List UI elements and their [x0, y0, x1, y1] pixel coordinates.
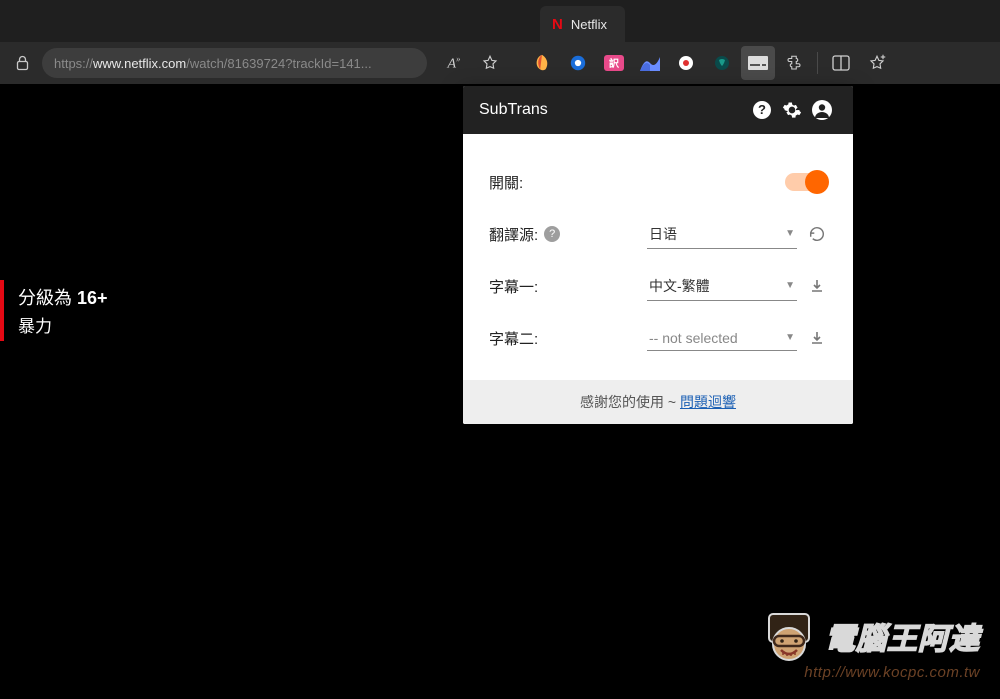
address-bar[interactable]: https://www.netflix.com/watch/81639724?t…	[42, 48, 427, 78]
account-icon[interactable]	[807, 95, 837, 125]
source-row: 翻譯源: ? 日语 ▼	[489, 208, 827, 260]
sub2-value: -- not selected	[649, 330, 738, 346]
tab-title: Netflix	[571, 17, 607, 32]
toolbar-icons: A» 訳	[437, 46, 992, 80]
svg-text:?: ?	[758, 102, 766, 117]
switch-label: 開關:	[489, 172, 569, 193]
sub1-select[interactable]: 中文-繁體 ▼	[647, 272, 797, 301]
split-screen-icon[interactable]	[824, 46, 858, 80]
source-select[interactable]: 日语 ▼	[647, 220, 797, 249]
help-icon[interactable]: ?	[747, 95, 777, 125]
sub2-label: 字幕二:	[489, 328, 569, 349]
tab-strip: N Netflix	[0, 0, 1000, 42]
switch-row: 開關:	[489, 156, 827, 208]
enable-toggle[interactable]	[785, 173, 827, 191]
subtrans-popup: SubTrans ? 開關: 翻譯源: ? 日语 ▼	[463, 86, 853, 424]
browser-tab[interactable]: N Netflix	[540, 6, 625, 42]
sub2-select[interactable]: -- not selected ▼	[647, 326, 797, 351]
help-badge-icon[interactable]: ?	[544, 226, 560, 242]
popup-title: SubTrans	[479, 101, 747, 119]
source-label: 翻譯源: ?	[489, 224, 569, 245]
popup-body: 開關: 翻譯源: ? 日语 ▼ 字幕一:	[463, 134, 853, 380]
download-icon[interactable]	[807, 276, 827, 296]
subtrans-extension-icon[interactable]	[741, 46, 775, 80]
extension-icon-5[interactable]	[669, 46, 703, 80]
favorite-icon[interactable]	[473, 46, 507, 80]
url-sub: www.	[93, 56, 124, 71]
chevron-down-icon: ▼	[785, 332, 795, 343]
extension-icon-2[interactable]	[561, 46, 595, 80]
toolbar-divider	[817, 52, 818, 74]
site-info-button[interactable]	[8, 49, 36, 77]
extensions-menu-icon[interactable]	[777, 46, 811, 80]
rating-line: 分級為 16+	[18, 284, 108, 310]
read-aloud-icon[interactable]: A»	[437, 46, 471, 80]
rating-prefix: 分級為	[18, 288, 77, 308]
sub2-row: 字幕二: -- not selected ▼	[489, 312, 827, 364]
watermark-text: 電腦王阿達	[825, 614, 980, 658]
watermark: 電腦王阿達 http://www.kocpc.com.tw	[763, 610, 980, 681]
sub1-row: 字幕一: 中文-繁體 ▼	[489, 260, 827, 312]
footer-text: 感謝您的使用 ~	[580, 394, 680, 410]
refresh-icon[interactable]	[807, 224, 827, 244]
extension-icon-6[interactable]	[705, 46, 739, 80]
rating-reason: 暴力	[18, 312, 108, 337]
netflix-favicon: N	[552, 16, 563, 33]
chevron-down-icon: ▼	[785, 280, 795, 291]
settings-icon[interactable]	[777, 95, 807, 125]
browser-chrome: N Netflix https://www.netflix.com/watch/…	[0, 0, 1000, 84]
watermark-url: http://www.kocpc.com.tw	[763, 664, 980, 681]
extension-icon-1[interactable]	[525, 46, 559, 80]
download-icon[interactable]	[807, 328, 827, 348]
svg-text:訳: 訳	[609, 57, 620, 70]
collections-icon[interactable]	[860, 46, 894, 80]
rating-level: 16+	[77, 288, 108, 308]
url-scheme: https://	[54, 56, 93, 71]
feedback-link[interactable]: 問題迴響	[680, 394, 736, 410]
popup-footer: 感謝您的使用 ~ 問題迴響	[463, 380, 853, 424]
chevron-down-icon: ▼	[785, 228, 795, 239]
watermark-avatar-icon	[763, 610, 815, 662]
popup-header: SubTrans ?	[463, 86, 853, 134]
source-value: 日语	[649, 224, 677, 244]
content-rating: 分級為 16+ 暴力	[0, 280, 122, 341]
url-host: netflix.com	[124, 56, 186, 71]
extension-icon-4[interactable]	[633, 46, 667, 80]
extension-icon-3[interactable]: 訳	[597, 46, 631, 80]
url-path: /watch/81639724?trackId=141...	[186, 56, 371, 71]
browser-toolbar: https://www.netflix.com/watch/81639724?t…	[0, 42, 1000, 84]
sub1-value: 中文-繁體	[649, 276, 710, 296]
sub1-label: 字幕一:	[489, 276, 569, 297]
